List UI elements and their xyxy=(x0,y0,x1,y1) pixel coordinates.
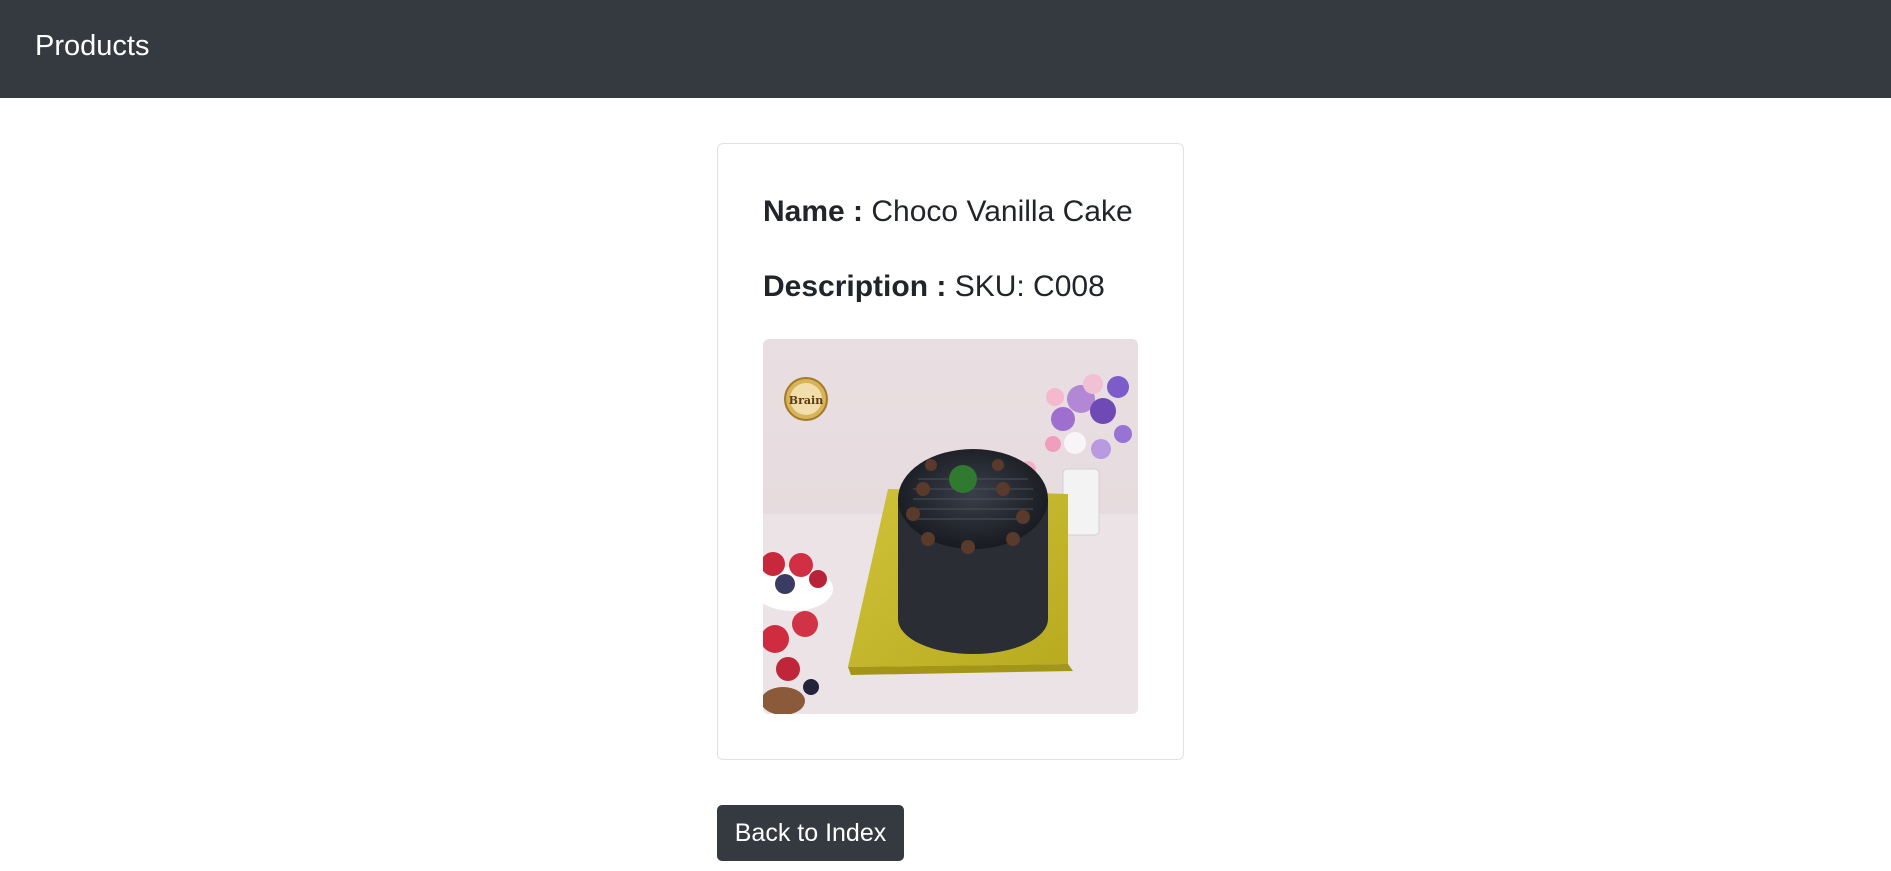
top-navbar: Products xyxy=(0,0,1891,98)
product-name-value: Choco Vanilla Cake xyxy=(871,195,1133,228)
product-image: Brain xyxy=(763,339,1138,714)
navbar-brand-link[interactable]: Products xyxy=(35,28,149,64)
product-name-label: Name : xyxy=(763,195,864,228)
back-to-index-button[interactable]: Back to Index xyxy=(717,805,904,861)
cake-icon xyxy=(898,449,1048,654)
brand-logo-icon: Brain xyxy=(784,377,828,421)
product-card: Name : Choco Vanilla Cake Description : … xyxy=(717,143,1184,760)
product-description-label: Description : xyxy=(763,270,947,303)
product-description-value: SKU: C008 xyxy=(954,270,1105,303)
product-description-row: Description : SKU: C008 xyxy=(763,268,1105,306)
svg-text:Brain: Brain xyxy=(789,394,823,407)
product-name-row: Name : Choco Vanilla Cake xyxy=(763,193,1133,231)
